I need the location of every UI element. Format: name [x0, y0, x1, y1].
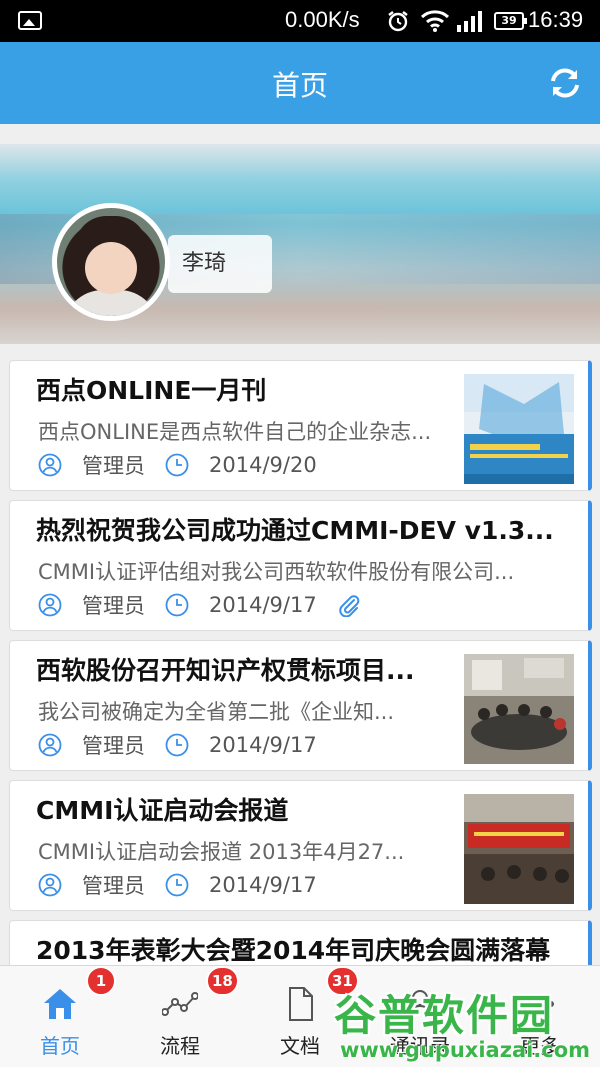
list-item[interactable]: 西软股份召开知识产权贯标项目... 我公司被确定为全省第二批《企业知... 管理…: [9, 640, 592, 771]
article-summary: 我公司被确定为全省第二批《企业知...: [38, 700, 395, 724]
article-title: 西软股份召开知识产权贯标项目...: [36, 656, 415, 685]
article-author: 管理员: [82, 734, 145, 758]
clock-icon: [165, 873, 189, 897]
article-date: 2014/9/17: [209, 733, 317, 757]
clock-icon: [165, 453, 189, 477]
article-title: 西点ONLINE一月刊: [36, 376, 267, 405]
clock-icon: [165, 733, 189, 757]
article-date: 2014/9/17: [209, 873, 317, 897]
article-summary: 西点ONLINE是西点软件自己的企业杂志...: [38, 420, 432, 444]
page-title: 首页: [271, 69, 328, 102]
article-title: 热烈祝贺我公司成功通过CMMI-DEV v1.3...: [36, 516, 554, 545]
user-icon: [38, 593, 62, 617]
article-title: 2013年表彰大会暨2014年司庆晚会圆满落幕: [36, 936, 551, 965]
site-watermark: 谷普软件园 www.gupuxiazai.com: [322, 968, 600, 1064]
article-meta: 管理员 2014/9/17: [38, 731, 337, 759]
article-meta: 管理员 2014/9/17: [38, 591, 381, 619]
tab-workflow[interactable]: 流程 18: [120, 966, 240, 1067]
battery-icon: 39: [494, 12, 527, 30]
article-meta: 管理员 2014/9/20: [38, 451, 337, 479]
document-icon: [289, 987, 313, 1021]
article-thumbnail: [464, 654, 574, 764]
profile-name: 李琦: [168, 235, 272, 293]
workflow-icon: [162, 992, 198, 1016]
article-author: 管理员: [82, 454, 145, 478]
article-thumbnail: [464, 794, 574, 904]
status-bar: 0.00K/s 39 16:39: [0, 0, 600, 42]
notification-badge: 18: [206, 966, 239, 996]
tab-home[interactable]: 首页 1: [0, 966, 120, 1067]
alarm-icon: [388, 11, 408, 32]
list-item[interactable]: 热烈祝贺我公司成功通过CMMI-DEV v1.3... CMMI认证评估组对我公…: [9, 500, 592, 631]
watermark-url: www.gupuxiazai.com: [340, 1038, 591, 1062]
signal-icon: [457, 11, 482, 32]
clock: 16:39: [528, 7, 584, 32]
clock-icon: [165, 593, 189, 617]
article-author: 管理员: [82, 874, 145, 898]
user-icon: [38, 453, 62, 477]
refresh-icon[interactable]: [548, 66, 582, 100]
article-date: 2014/9/17: [209, 593, 317, 617]
article-meta: 管理员 2014/9/17: [38, 871, 337, 899]
article-summary: CMMI认证评估组对我公司西软软件股份有限公司...: [38, 560, 515, 584]
tab-label: 首页: [40, 1034, 80, 1058]
avatar[interactable]: [52, 203, 170, 321]
home-icon: [44, 989, 76, 1019]
article-date: 2014/9/20: [209, 453, 317, 477]
image-notification-icon: [18, 11, 42, 30]
attachment-icon: [339, 595, 359, 617]
article-list[interactable]: 西点ONLINE一月刊 西点ONLINE是西点软件自己的企业杂志... 管理员 …: [9, 360, 592, 1060]
tab-label: 流程: [160, 1034, 200, 1058]
app-header: 首页: [0, 42, 600, 124]
list-item[interactable]: 西点ONLINE一月刊 西点ONLINE是西点软件自己的企业杂志... 管理员 …: [9, 360, 592, 491]
article-summary: CMMI认证启动会报道 2013年4月27...: [38, 840, 405, 864]
article-thumbnail: [464, 374, 574, 484]
wifi-icon: [420, 10, 450, 32]
article-title: CMMI认证启动会报道: [36, 796, 289, 825]
watermark-title: 谷普软件园: [334, 991, 555, 1040]
network-speed: 0.00K/s: [285, 7, 360, 32]
list-item[interactable]: CMMI认证启动会报道 CMMI认证启动会报道 2013年4月27... 管理员…: [9, 780, 592, 911]
notification-badge: 1: [86, 966, 116, 996]
user-icon: [38, 873, 62, 897]
user-icon: [38, 733, 62, 757]
article-author: 管理员: [82, 594, 145, 618]
